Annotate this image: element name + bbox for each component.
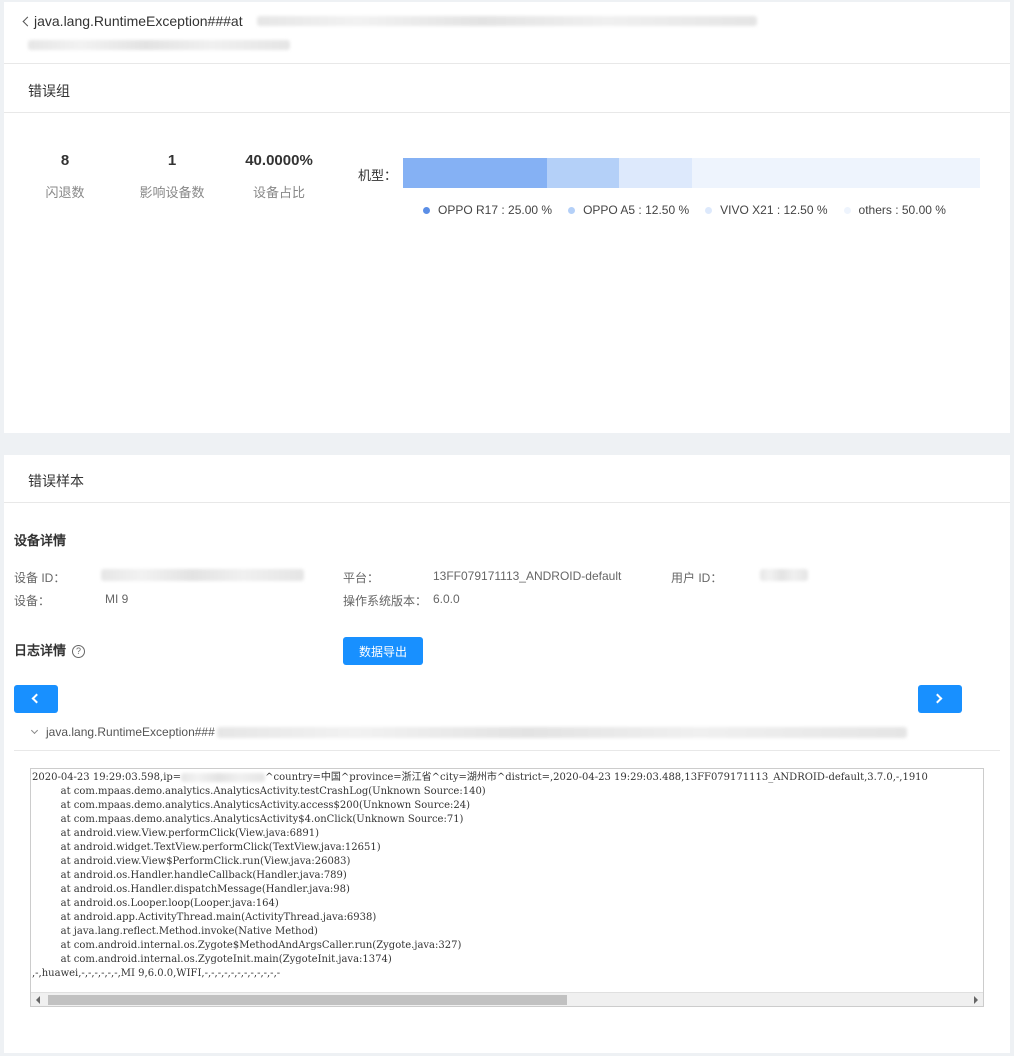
stat-label: 闪退数 — [45, 185, 85, 200]
stat-label: 设备占比 — [252, 185, 305, 200]
error-sample-card: 错误样本 设备详情 设备 ID： 平台： 13FF079171113_ANDRO… — [4, 455, 1010, 1053]
page-title: java.lang.RuntimeException###at — [34, 13, 243, 29]
log-line: at com.mpaas.demo.analytics.AnalyticsAct… — [32, 814, 464, 825]
device-value: MI 9 — [105, 592, 129, 606]
log-line: at android.os.Handler.dispatchMessage(Ha… — [32, 884, 350, 895]
chevron-left-icon — [31, 693, 42, 704]
bar-segment[interactable] — [547, 158, 620, 188]
chevron-down-icon — [30, 726, 39, 735]
platform-value: 13FF079171113_ANDROID-default — [433, 569, 622, 583]
stat-crash-count: 8 闪退数 — [10, 152, 120, 201]
device-details-title: 设备详情 — [14, 533, 67, 548]
log-content: 2020-04-23 19:29:03.598,ip= ^country=中国^p… — [31, 769, 983, 981]
chevron-left-icon — [22, 16, 33, 26]
section-title-error-sample: 错误样本 — [28, 473, 84, 489]
log-line: ,-,huawei,-,-,-,-,-,-,MI 9,6.0.0,WIFI,-,… — [32, 968, 281, 979]
redacted-ip — [181, 773, 266, 782]
bar-segment[interactable] — [691, 158, 980, 188]
error-group-card: 错误组 8 闪退数 1 影响设备数 40.0000% 设备占比 机型： OPPO… — [4, 64, 1010, 433]
legend-item[interactable]: others : 50.00 % — [843, 203, 946, 217]
back-link[interactable]: java.lang.RuntimeException###at — [22, 13, 757, 29]
log-line: at android.os.Looper.loop(Looper.java:16… — [32, 898, 279, 909]
device-id-key: 设备 ID： — [14, 571, 66, 585]
legend-item[interactable]: VIVO X21 : 12.50 % — [705, 203, 828, 217]
log-line: at android.app.ActivityThread.main(Activ… — [32, 912, 377, 923]
os-version-key: 操作系统版本： — [343, 594, 428, 608]
log-line: at com.android.internal.os.ZygoteInit.ma… — [32, 954, 392, 965]
log-line: at android.widget.TextView.performClick(… — [32, 842, 381, 853]
log-line: at android.os.Handler.handleCallback(Han… — [32, 870, 347, 881]
chevron-right-icon — [932, 693, 943, 704]
legend-dot-icon — [843, 206, 851, 214]
log-line: 2020-04-23 19:29:03.598,ip= ^country=中国^p… — [32, 771, 983, 785]
divider — [14, 750, 1000, 751]
next-sample-button[interactable] — [918, 685, 962, 713]
log-viewer[interactable]: 2020-04-23 19:29:03.598,ip= ^country=中国^p… — [30, 768, 984, 1007]
stat-affected-devices: 1 影响设备数 — [117, 152, 227, 201]
redacted-device-id — [101, 569, 304, 581]
export-data-button[interactable]: 数据导出 — [343, 637, 423, 665]
log-line-part: ^country=中国^province=浙江省^city=湖州市^distri… — [265, 772, 928, 783]
scrollbar-thumb[interactable] — [48, 995, 567, 1005]
help-icon[interactable]: ? — [72, 645, 86, 659]
redacted-title-blur-2 — [28, 40, 290, 50]
legend-item[interactable]: OPPO A5 : 12.50 % — [568, 203, 689, 217]
scroll-left-arrow-icon[interactable] — [36, 996, 40, 1004]
log-line-part: 2020-04-23 19:29:03.598,ip= — [32, 772, 182, 783]
previous-sample-button[interactable] — [14, 685, 58, 713]
divider — [4, 502, 1010, 503]
log-line: at com.mpaas.demo.analytics.AnalyticsAct… — [32, 786, 486, 797]
divider — [4, 112, 1010, 113]
redacted-title-blur — [256, 16, 757, 26]
redacted-exception-blur — [216, 726, 907, 738]
exception-title: java.lang.RuntimeException### — [46, 725, 215, 739]
log-line: at java.lang.reflect.Method.invoke(Nativ… — [32, 926, 318, 937]
platform-key: 平台： — [343, 571, 380, 585]
user-id-key: 用户 ID： — [671, 571, 723, 585]
legend-item[interactable]: OPPO R17 : 25.00 % — [423, 203, 552, 217]
log-line: at android.view.View.performClick(View.j… — [32, 828, 319, 839]
stat-label: 影响设备数 — [139, 185, 205, 200]
log-line: at com.android.internal.os.Zygote$Method… — [32, 940, 462, 951]
model-distribution-bar — [403, 158, 980, 188]
stat-value: 40.0000% — [245, 152, 313, 169]
horizontal-scrollbar[interactable] — [31, 992, 983, 1006]
bar-segment[interactable] — [403, 158, 548, 188]
log-line: at android.view.View$PerformClick.run(Vi… — [32, 856, 351, 867]
header-card: java.lang.RuntimeException###at — [4, 2, 1010, 64]
redacted-user-id — [760, 569, 808, 581]
model-legend: OPPO R17 : 25.00 % OPPO A5 : 12.50 % VIVO … — [423, 203, 962, 217]
log-details-label: 日志详情 — [14, 643, 67, 658]
os-version-value: 6.0.0 — [433, 592, 460, 606]
model-bar-label: 机型： — [358, 168, 398, 183]
legend-label: OPPO R17 : 25.00 % — [438, 203, 553, 217]
log-details-title: 日志详情? — [14, 640, 86, 659]
stat-value: 1 — [167, 152, 177, 169]
log-line: at com.mpaas.demo.analytics.AnalyticsAct… — [32, 800, 471, 811]
legend-label: OPPO A5 : 12.50 % — [583, 203, 690, 217]
stat-value: 8 — [60, 152, 70, 169]
legend-dot-icon — [705, 206, 713, 214]
scroll-right-arrow-icon[interactable] — [974, 996, 978, 1004]
legend-dot-icon — [423, 206, 430, 214]
exception-collapse-header[interactable]: java.lang.RuntimeException### — [30, 725, 907, 739]
device-key: 设备： — [14, 594, 51, 608]
legend-label: VIVO X21 : 12.50 % — [720, 203, 828, 217]
section-title-error-group: 错误组 — [28, 83, 70, 99]
legend-dot-icon — [568, 206, 576, 214]
legend-label: others : 50.00 % — [858, 203, 946, 217]
bar-segment[interactable] — [619, 158, 692, 188]
stat-device-ratio: 40.0000% 设备占比 — [224, 152, 334, 201]
